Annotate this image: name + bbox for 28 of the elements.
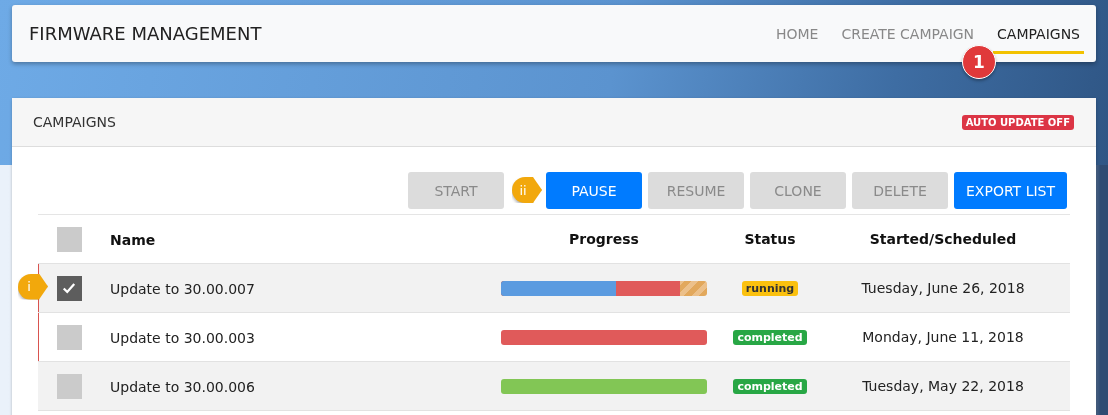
nav-link[interactable]: CAMPAIGNS xyxy=(993,16,1084,54)
date-cell: Monday, June 11, 2018 xyxy=(862,329,1024,345)
callout-marker: ii xyxy=(512,177,542,203)
column-header: Status xyxy=(744,231,796,247)
campaign-name: Update to 30.00.007 xyxy=(110,280,255,297)
status-badge: completed xyxy=(733,378,807,394)
row-checkbox[interactable] xyxy=(56,373,82,399)
check-icon xyxy=(62,281,76,295)
column-header: Started/Scheduled xyxy=(869,231,1017,247)
callout-marker: 1 xyxy=(962,45,996,79)
toolbar-button[interactable]: EXPORT LIST xyxy=(954,172,1067,209)
select-all-checkbox[interactable] xyxy=(56,226,82,252)
row-checkbox[interactable] xyxy=(56,324,82,350)
column-header: Name xyxy=(110,231,156,248)
callout-marker: i xyxy=(18,273,48,300)
date-cell: Tuesday, June 26, 2018 xyxy=(861,280,1025,296)
status-badge: running xyxy=(741,280,799,296)
app-title: FIRMWARE MANAGEMENT xyxy=(29,23,262,44)
status-badge: completed xyxy=(733,329,807,345)
date-cell: Tuesday, May 22, 2018 xyxy=(862,378,1024,394)
auto-update-badge: AUTO UPDATE OFF xyxy=(961,114,1074,130)
campaign-name: Update to 30.00.006 xyxy=(110,378,255,395)
nav-link[interactable]: HOME xyxy=(771,16,823,54)
campaign-name: Update to 30.00.003 xyxy=(110,329,255,346)
panel-title: CAMPAIGNS xyxy=(33,114,116,130)
column-header: Progress xyxy=(569,231,639,247)
row-checkbox[interactable] xyxy=(56,275,82,301)
toolbar-button[interactable]: PAUSE xyxy=(546,172,642,209)
